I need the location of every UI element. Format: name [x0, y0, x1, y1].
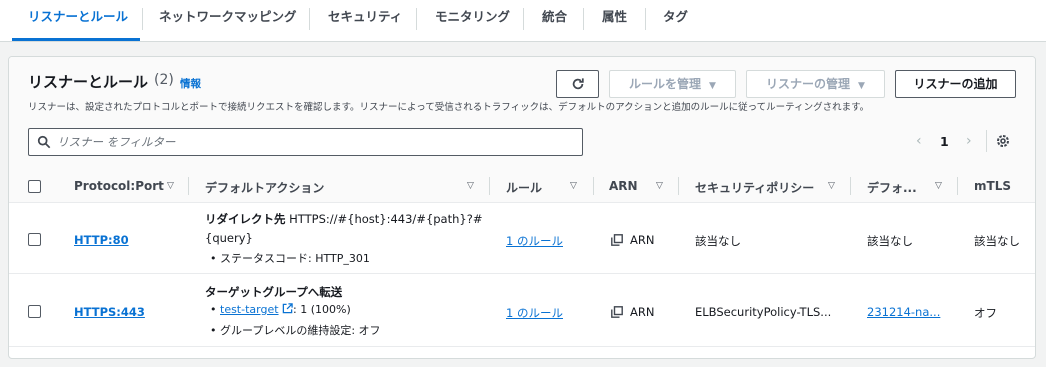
action-title: リダイレクト先: [205, 212, 286, 226]
col-arn[interactable]: ARN: [609, 179, 638, 193]
listeners-panel: リスナーとルール (2) 情報 リスナーは、設定されたプロトコルとポートで接続リ…: [8, 56, 1036, 359]
manage-rules-label: ルールを管理: [629, 77, 702, 91]
page-number[interactable]: 1: [940, 134, 949, 149]
filter-search: [28, 128, 583, 156]
panel-description: リスナーは、設定されたプロトコルとポートで接続リクエストを確認します。リスナーに…: [28, 102, 870, 113]
col-protocol-port[interactable]: Protocol:Port: [74, 179, 164, 193]
col-default-cert[interactable]: デフォ...: [867, 179, 917, 196]
tab-divider: [583, 8, 584, 30]
tab-network-mapping[interactable]: ネットワークマッピング: [159, 0, 297, 40]
redirect-target: HTTPS://#{host}:443/#{path}?#: [289, 212, 483, 226]
tab-integrations[interactable]: 統合: [542, 0, 567, 40]
stickiness-setting: グループレベルの維持設定: オフ: [220, 324, 381, 337]
sort-icon[interactable]: ▽: [656, 181, 663, 191]
col-default-action[interactable]: デフォルトアクション: [205, 179, 324, 196]
table-row: HTTPS:443 ターゲットグループへ転送 • test-target : 1…: [9, 275, 1035, 347]
manage-listener-label: リスナーの管理: [766, 77, 851, 91]
target-weight: : 1 (100%): [293, 303, 351, 316]
tab-divider: [142, 8, 143, 30]
default-cert-value: 該当なし: [867, 234, 913, 248]
table-row: HTTP:80 リダイレクト先 HTTPS://#{host}:443/#{pa…: [9, 203, 1035, 274]
column-divider: [593, 177, 594, 195]
column-divider: [678, 177, 679, 195]
column-divider: [850, 177, 851, 195]
target-group-link[interactable]: test-target: [220, 303, 279, 316]
default-cert-link[interactable]: 231214-na...: [867, 305, 940, 319]
col-rules[interactable]: ルール: [506, 179, 542, 196]
mtls-value: 該当なし: [974, 234, 1020, 248]
row-checkbox[interactable]: [28, 233, 41, 246]
list-item: • test-target : 1 (100%): [210, 303, 351, 316]
search-icon: [37, 135, 51, 149]
sort-icon[interactable]: ▽: [828, 181, 835, 191]
tab-divider: [645, 8, 646, 30]
security-policy-value: 該当なし: [695, 234, 741, 248]
info-link[interactable]: 情報: [180, 76, 201, 91]
tab-divider: [416, 8, 417, 30]
row-checkbox[interactable]: [28, 305, 41, 318]
copy-icon[interactable]: [611, 234, 623, 246]
chevron-right-icon[interactable]: ›: [966, 133, 972, 149]
rules-link[interactable]: 1 のルール: [506, 305, 563, 321]
redirect-target-cont: {query}: [205, 231, 253, 245]
sort-icon[interactable]: ▽: [167, 181, 174, 191]
tab-security[interactable]: セキュリティ: [328, 0, 402, 40]
list-item: • グループレベルの維持設定: オフ: [210, 324, 381, 337]
arn-label: ARN: [630, 305, 655, 319]
protocol-port-link[interactable]: HTTPS:443: [74, 305, 145, 319]
refresh-button[interactable]: [556, 70, 599, 98]
filter-input[interactable]: [57, 132, 577, 152]
panel-title: リスナーとルール: [28, 73, 149, 91]
list-item: • ステータスコード: HTTP_301: [210, 252, 370, 265]
status-code: ステータスコード: HTTP_301: [220, 252, 370, 265]
sort-icon[interactable]: ▽: [467, 181, 474, 191]
panel-header: リスナーとルール (2) 情報 リスナーは、設定されたプロトコルとポートで接続リ…: [9, 57, 1035, 203]
manage-rules-button[interactable]: ルールを管理 ▼: [609, 70, 736, 98]
caret-down-icon: ▼: [858, 81, 865, 91]
tab-monitoring[interactable]: モニタリング: [435, 0, 510, 40]
rules-link[interactable]: 1 のルール: [506, 233, 563, 249]
gear-icon[interactable]: [995, 133, 1011, 149]
tab-tags[interactable]: タグ: [663, 0, 688, 40]
column-divider: [957, 177, 958, 195]
select-all-checkbox[interactable]: [28, 180, 41, 193]
tab-attributes[interactable]: 属性: [602, 0, 627, 40]
pager-divider: [986, 130, 987, 152]
chevron-left-icon[interactable]: ‹: [916, 133, 922, 149]
copy-icon[interactable]: [611, 306, 623, 318]
col-security-policy[interactable]: セキュリティポリシー: [695, 179, 814, 196]
listener-count: (2): [154, 72, 174, 88]
action-title: ターゲットグループへ転送: [205, 285, 343, 299]
add-listener-button[interactable]: リスナーの追加: [895, 70, 1016, 98]
security-policy-value: ELBSecurityPolicy-TLS...: [695, 305, 832, 319]
sort-icon[interactable]: ▽: [935, 181, 942, 191]
external-link-icon: [282, 303, 293, 314]
tab-listeners-rules[interactable]: リスナーとルール: [12, 0, 140, 41]
tab-divider: [523, 8, 524, 30]
column-divider: [489, 177, 490, 195]
default-action-line1: リダイレクト先 HTTPS://#{host}:443/#{path}?#: [205, 211, 482, 227]
tab-bar: リスナーとルール ネットワークマッピング セキュリティ モニタリング 統合 属性…: [0, 0, 1046, 42]
sort-icon[interactable]: ▽: [570, 181, 577, 191]
col-mtls[interactable]: mTLS: [974, 179, 1011, 193]
arn-label: ARN: [630, 233, 655, 247]
refresh-icon: [572, 78, 584, 90]
mtls-value: オフ: [974, 306, 997, 320]
manage-listener-button[interactable]: リスナーの管理 ▼: [746, 70, 885, 98]
column-divider: [188, 177, 189, 195]
tab-divider: [309, 8, 310, 30]
protocol-port-link[interactable]: HTTP:80: [74, 233, 129, 247]
caret-down-icon: ▼: [709, 81, 716, 91]
